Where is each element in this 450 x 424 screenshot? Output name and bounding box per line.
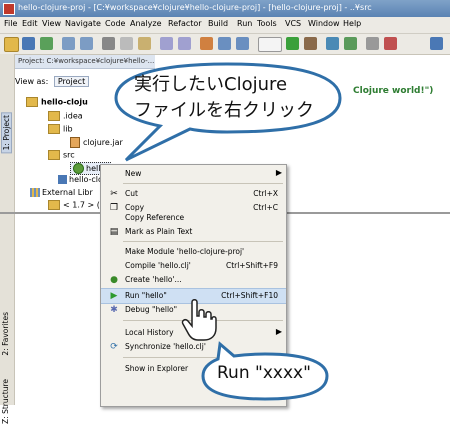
menu-bar: File Edit View Navigate Code Analyze Ref… [0,17,450,34]
tree-item-src[interactable]: src [48,150,75,160]
tree-item-root[interactable]: hello-cloju [26,97,88,107]
help-icon[interactable] [384,37,397,50]
module-file-icon [58,175,67,184]
redo-icon[interactable] [80,37,93,50]
folder-icon [26,97,38,107]
sync-icon[interactable] [40,37,53,50]
window-title-bar: hello-clojure-proj - [C:¥workspace¥cloju… [0,0,450,17]
view-as-label: View as: [15,77,49,86]
tab-project[interactable]: 1: Project [1,112,12,154]
hand-cursor-icon [181,299,217,341]
make-icon[interactable] [236,37,249,50]
tab-favorites[interactable]: 2: Favorites [1,312,10,356]
menu-file[interactable]: File [4,19,17,28]
tool-window-strip: 1: Project 2: Favorites Z: Structure [0,54,15,424]
run-icon[interactable] [286,37,299,50]
menu-item-copy-reference[interactable]: Copy Reference [101,211,286,225]
paste-icon[interactable] [138,37,151,50]
menu-build[interactable]: Build [208,19,228,28]
synchronize-icon: ⟳ [110,342,118,352]
tree-item-external-libraries[interactable]: External Libr [30,188,93,197]
run-icon: ▶ [110,291,118,301]
replace-icon[interactable] [178,37,191,50]
menu-navigate[interactable]: Navigate [65,19,101,28]
copy-icon[interactable] [120,37,133,50]
jar-icon [70,137,80,148]
window-title: hello-clojure-proj - [C:¥workspace¥cloju… [18,3,372,12]
bug-icon: ✱ [110,305,118,315]
folder-icon [48,200,60,210]
menu-refactor[interactable]: Refactor [168,19,202,28]
run-config-dropdown[interactable] [258,37,282,52]
folder-icon [48,111,60,121]
menu-window[interactable]: Window [308,19,340,28]
clojure-file-icon [73,163,84,174]
menu-item-mark-plain-text[interactable]: ▤ Mark as Plain Text [101,225,286,239]
tree-item-hello-iml[interactable]: hello-clo [58,175,103,184]
library-icon [30,188,40,197]
menu-code[interactable]: Code [105,19,125,28]
open-icon[interactable] [4,37,19,52]
menu-tools[interactable]: Tools [257,19,277,28]
menu-analyze[interactable]: Analyze [130,19,162,28]
debug-icon[interactable] [304,37,317,50]
menu-separator [123,241,283,242]
callout-text: Run "xxxx" [217,363,311,383]
view-as-select[interactable]: Project [53,76,90,87]
undo-icon[interactable] [62,37,75,50]
vcs-icon[interactable] [326,37,339,50]
folder-icon [48,124,60,134]
clojure-icon: ● [110,275,118,285]
build-icon[interactable] [218,37,231,50]
menu-item-compile[interactable]: Compile 'hello.clj' Ctrl+Shift+F9 [101,259,286,273]
settings-icon[interactable] [366,37,379,50]
menu-item-create[interactable]: ● Create 'hello'... [101,273,286,287]
editor-code-text: Clojure world!") [353,86,434,96]
tab-structure[interactable]: Z: Structure [1,379,10,424]
callout-text: 実行したいClojure ファイルを右クリック [134,74,314,121]
save-icon[interactable] [22,37,35,50]
scissors-icon: ✂ [110,189,118,199]
menu-item-make-module[interactable]: Make Module 'hello-clojure-proj' [101,245,286,259]
submenu-arrow-icon: ▶ [275,327,282,336]
tree-item-lib[interactable]: lib [48,124,73,134]
menu-edit[interactable]: Edit [22,19,38,28]
more-icon[interactable] [430,37,443,50]
menu-help[interactable]: Help [343,19,361,28]
menu-vcs[interactable]: VCS [285,19,301,28]
toolbar [0,34,450,55]
back-icon[interactable] [200,37,213,50]
callout-right-click: 実行したいClojure ファイルを右クリック [112,60,342,162]
menu-separator [123,183,283,184]
tree-item-idea[interactable]: .idea [48,111,83,121]
callout-run: Run "xxxx" [200,341,330,402]
tree-item-jdk[interactable]: < 1.7 > (C [48,200,105,210]
cut-icon[interactable] [102,37,115,50]
commit-icon[interactable] [344,37,357,50]
app-icon [3,3,15,15]
view-as-row: View as: Project [15,76,90,87]
menu-run[interactable]: Run [237,19,252,28]
find-icon[interactable] [160,37,173,50]
menu-item-cut[interactable]: ✂ Cut Ctrl+X [101,187,286,201]
folder-icon [48,150,60,160]
text-file-icon: ▤ [109,227,119,237]
menu-view[interactable]: View [42,19,61,28]
